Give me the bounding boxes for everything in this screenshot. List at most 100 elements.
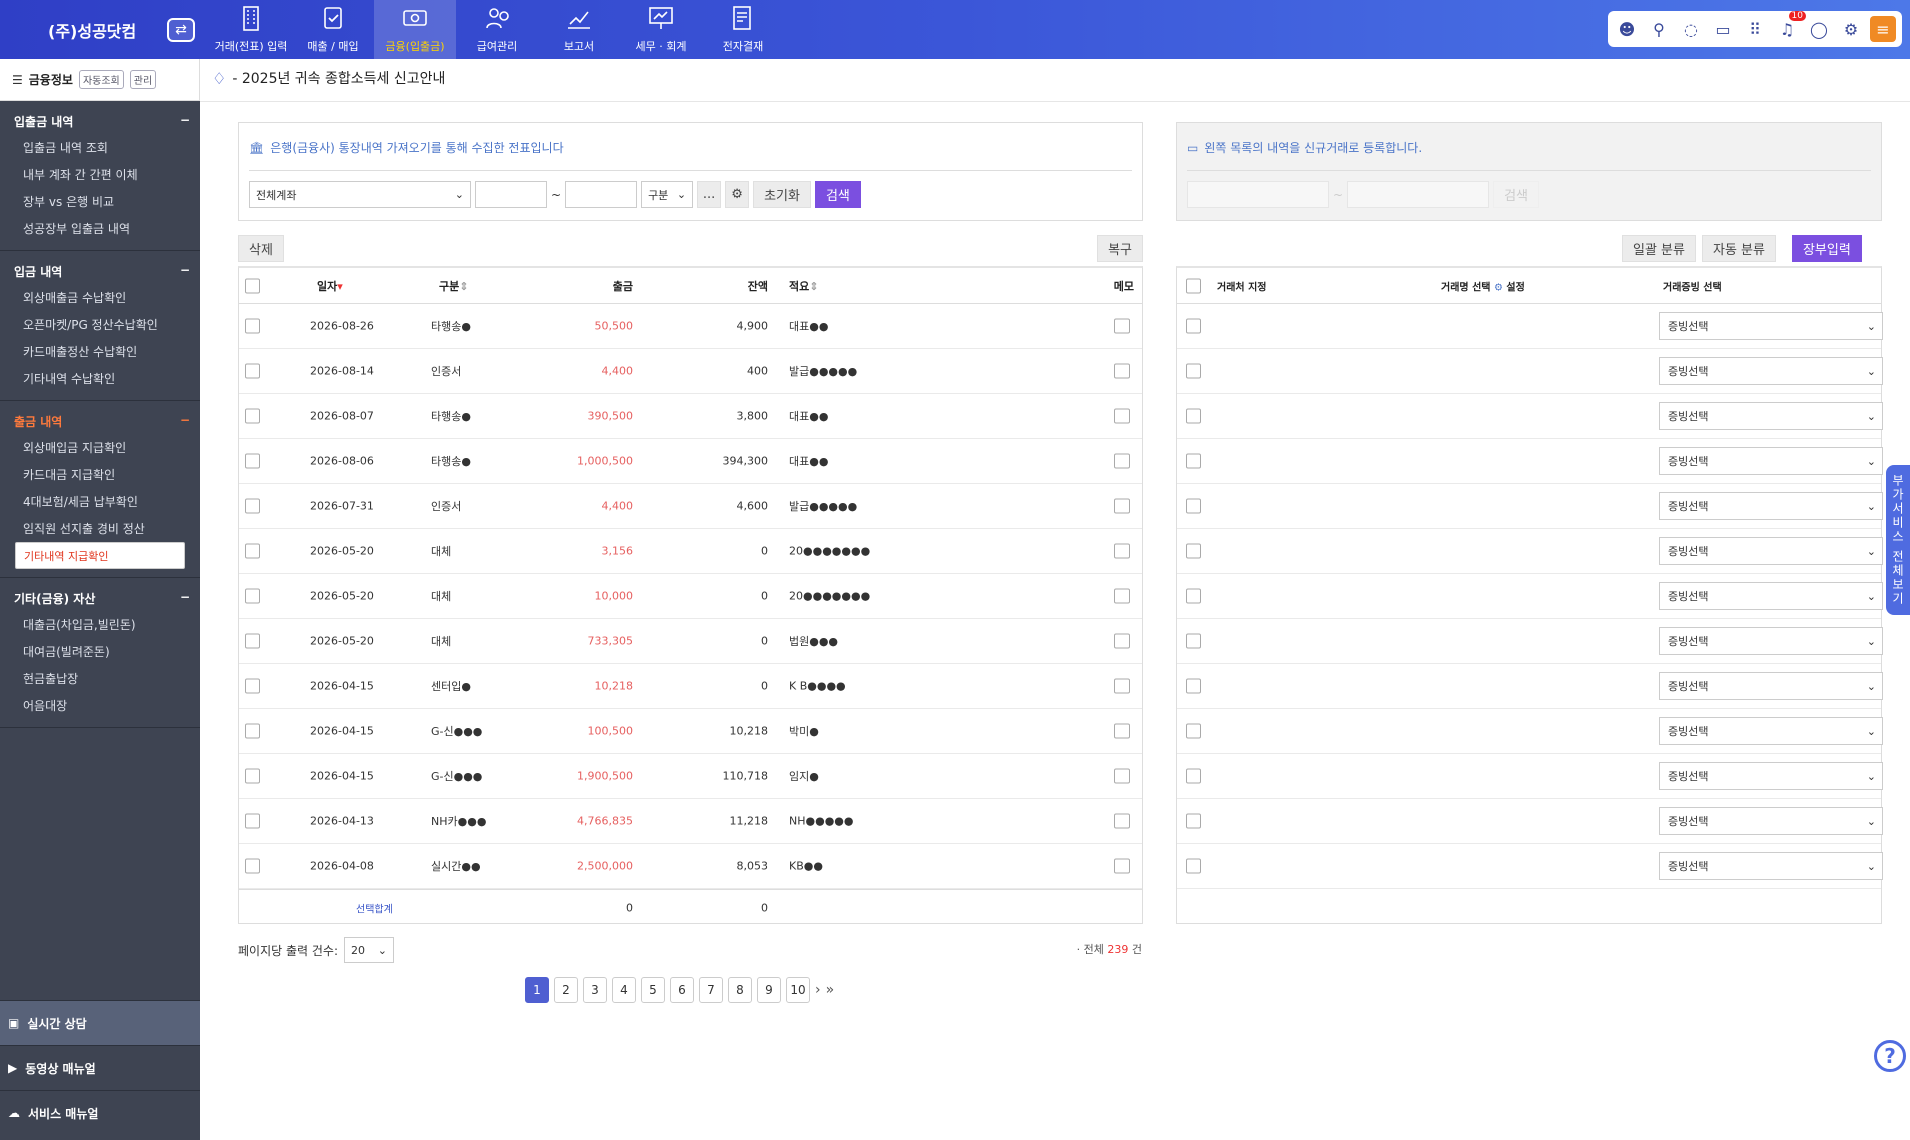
collapse-icon[interactable]: −: [180, 263, 190, 280]
header-type[interactable]: 구분⇕: [439, 278, 468, 294]
header-desc[interactable]: 적요⇕: [789, 278, 818, 294]
page-button[interactable]: 3: [583, 977, 607, 1003]
ledger-entry-button[interactable]: 장부입력: [1791, 235, 1862, 262]
nav-payroll[interactable]: 급여관리: [456, 0, 538, 59]
memo-icon[interactable]: [1114, 813, 1130, 829]
nav-e-approval[interactable]: 전자결재: [702, 0, 784, 59]
service-manual-button[interactable]: ☁ 서비스 매뉴얼: [0, 1090, 200, 1135]
help-icon[interactable]: ?: [1874, 1040, 1906, 1072]
proof-select[interactable]: 증빙선택 ⌄: [1659, 447, 1883, 475]
memo-icon[interactable]: [1114, 768, 1130, 784]
video-manual-button[interactable]: ▶ 동영상 매뉴얼: [0, 1045, 200, 1090]
row-checkbox[interactable]: [1186, 453, 1201, 469]
page-button[interactable]: 7: [699, 977, 723, 1003]
memo-icon[interactable]: [1114, 858, 1130, 874]
table-row[interactable]: 증빙선택 ⌄: [1177, 349, 1883, 394]
table-row[interactable]: 2026-08-06 타행송● 1,000,500 394,300 대표●●: [239, 439, 1142, 484]
row-checkbox[interactable]: [245, 858, 260, 874]
table-row[interactable]: 증빙선택 ⌄: [1177, 439, 1883, 484]
memo-icon[interactable]: [1114, 318, 1130, 334]
nav-sales-purchase[interactable]: 매출 / 매입: [292, 0, 374, 59]
table-row[interactable]: 증빙선택 ⌄: [1177, 754, 1883, 799]
row-checkbox[interactable]: [1186, 678, 1201, 694]
sidebar-item[interactable]: 카드매출정산 수납확인: [0, 338, 200, 365]
table-row[interactable]: 2026-04-13 NH카●●● 4,766,835 11,218 NH●●●●●: [239, 799, 1142, 844]
gear-icon[interactable]: ⚙: [1494, 282, 1503, 293]
row-checkbox[interactable]: [1186, 498, 1201, 514]
sidebar-item[interactable]: 대출금(차입금,빌린돈): [0, 611, 200, 638]
memo-icon[interactable]: [1114, 498, 1130, 514]
table-row[interactable]: 2026-05-20 대체 3,156 0 20●●●●●●●: [239, 529, 1142, 574]
row-checkbox[interactable]: [1186, 768, 1201, 784]
row-checkbox[interactable]: [245, 318, 260, 334]
account-select[interactable]: 전체계좌 ⌄: [249, 181, 471, 208]
bell-icon[interactable]: ♫ 10: [1774, 11, 1806, 42]
nav-voucher-entry[interactable]: 거래(전표) 입력: [210, 0, 292, 59]
header-date[interactable]: 일자▾: [317, 278, 343, 294]
page-button[interactable]: 9: [757, 977, 781, 1003]
per-page-select[interactable]: 20 ⌄: [344, 937, 394, 963]
proof-select[interactable]: 증빙선택 ⌄: [1659, 672, 1883, 700]
proof-select[interactable]: 증빙선택 ⌄: [1659, 492, 1883, 520]
side-group-title[interactable]: 출금 내역 −: [0, 407, 200, 434]
table-row[interactable]: 2026-04-15 센터입● 10,218 0 K B●●●●: [239, 664, 1142, 709]
switch-company-icon[interactable]: ⇄: [167, 18, 195, 42]
page-button[interactable]: 8: [728, 977, 752, 1003]
sidebar-item[interactable]: 기타내역 수납확인: [0, 365, 200, 392]
more-button[interactable]: ...: [697, 181, 722, 208]
live-chat-button[interactable]: ▣ 실시간 상담: [0, 1000, 200, 1045]
memo-icon[interactable]: [1114, 588, 1130, 604]
sidebar-item[interactable]: 4대보험/세금 납부확인: [0, 488, 200, 515]
side-group-title[interactable]: 입출금 내역 −: [0, 107, 200, 134]
row-checkbox[interactable]: [245, 363, 260, 379]
next-page-icon[interactable]: ›: [815, 982, 821, 998]
page-button[interactable]: 4: [612, 977, 636, 1003]
sidebar-item[interactable]: 내부 계좌 간 간편 이체: [0, 161, 200, 188]
table-row[interactable]: 2026-04-08 실시간●● 2,500,000 8,053 KB●●: [239, 844, 1142, 889]
sidebar-item[interactable]: 어음대장: [0, 692, 200, 719]
table-row[interactable]: 증빙선택 ⌄: [1177, 799, 1883, 844]
proof-select[interactable]: 증빙선택 ⌄: [1659, 582, 1883, 610]
table-row[interactable]: 증빙선택 ⌄: [1177, 619, 1883, 664]
collapse-icon[interactable]: −: [180, 590, 190, 607]
bulk-classify-button[interactable]: 일괄 분류: [1622, 235, 1696, 262]
table-row[interactable]: 증빙선택 ⌄: [1177, 709, 1883, 754]
table-row[interactable]: 증빙선택 ⌄: [1177, 664, 1883, 709]
gear-icon[interactable]: ⚙: [725, 181, 750, 208]
page-button[interactable]: 6: [670, 977, 694, 1003]
nav-reports[interactable]: 보고서: [538, 0, 620, 59]
proof-select[interactable]: 증빙선택 ⌄: [1659, 717, 1883, 745]
row-checkbox[interactable]: [245, 678, 260, 694]
page-button[interactable]: 2: [554, 977, 578, 1003]
memo-icon[interactable]: [1114, 453, 1130, 469]
sidebar-item[interactable]: 현금출납장: [0, 665, 200, 692]
table-row[interactable]: 2026-07-31 인증서 4,400 4,600 발급●●●●●: [239, 484, 1142, 529]
memo-icon[interactable]: [1114, 633, 1130, 649]
nav-tax-accounting[interactable]: 세무 · 회계: [620, 0, 702, 59]
proof-select[interactable]: 증빙선택 ⌄: [1659, 537, 1883, 565]
setting-link[interactable]: 설정: [1506, 282, 1524, 293]
sidebar-item[interactable]: 외상매출금 수납확인: [0, 284, 200, 311]
collapse-icon[interactable]: −: [180, 413, 190, 430]
proof-select[interactable]: 증빙선택 ⌄: [1659, 357, 1883, 385]
sidebar-item-selected[interactable]: 기타내역 지급확인: [15, 542, 185, 569]
table-row[interactable]: 증빙선택 ⌄: [1177, 304, 1883, 349]
date-from-input[interactable]: [475, 181, 547, 208]
reset-button[interactable]: 초기화: [753, 181, 811, 208]
table-row[interactable]: 2026-04-15 G-신●●● 1,900,500 110,718 임지●: [239, 754, 1142, 799]
restore-button[interactable]: 복구: [1097, 235, 1143, 262]
proof-select[interactable]: 증빙선택 ⌄: [1659, 807, 1883, 835]
user-icon[interactable]: ◯: [1806, 16, 1832, 42]
row-checkbox[interactable]: [1186, 723, 1201, 739]
table-row[interactable]: 증빙선택 ⌄: [1177, 574, 1883, 619]
table-row[interactable]: 증빙선택 ⌄: [1177, 844, 1883, 889]
sidebar-item[interactable]: 입출금 내역 조회: [0, 134, 200, 161]
proof-select[interactable]: 증빙선택 ⌄: [1659, 627, 1883, 655]
table-row[interactable]: 2026-08-26 타행송● 50,500 4,900 대표●●: [239, 304, 1142, 349]
row-checkbox[interactable]: [1186, 858, 1201, 874]
row-checkbox[interactable]: [245, 633, 260, 649]
gear-icon[interactable]: ⚙: [1838, 16, 1864, 42]
table-row[interactable]: 2026-08-07 타행송● 390,500 3,800 대표●●: [239, 394, 1142, 439]
row-checkbox[interactable]: [1186, 543, 1201, 559]
sidebar-item[interactable]: 장부 vs 은행 비교: [0, 188, 200, 215]
